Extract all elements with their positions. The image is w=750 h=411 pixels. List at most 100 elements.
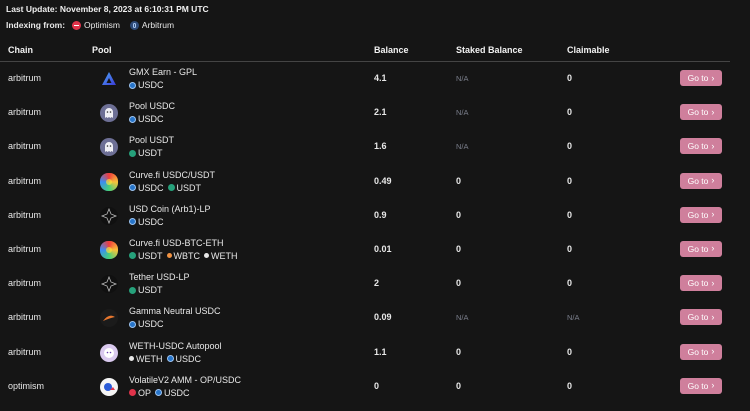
claimable-cell: 0	[567, 141, 573, 152]
gmx-icon	[100, 70, 118, 88]
claimable-cell: 0	[567, 73, 573, 83]
table-row: arbitrum Pool USDC USDC 2.1 N/A 0 Go to ›	[0, 96, 750, 130]
balance-cell: 2.1	[374, 107, 387, 118]
go-to-button[interactable]: Go to ›	[680, 275, 722, 292]
chevron-right-icon: ›	[711, 72, 715, 83]
chain-cell: arbitrum	[8, 175, 42, 186]
pool-tokens: USDT	[129, 148, 167, 158]
token-usdt: USDT	[129, 148, 163, 158]
chevron-right-icon: ›	[711, 380, 715, 391]
balance-cell: 1.6	[374, 141, 387, 152]
go-to-button[interactable]: Go to ›	[680, 343, 722, 360]
staked-balance-cell: N/A	[456, 74, 469, 83]
pool-name: Tether USD-LP	[129, 272, 190, 283]
table-row: arbitrum Pool USDT USDT 1.6 N/A 0 Go to ›	[0, 130, 750, 164]
table-row: arbitrum WETH-USDC Autopool WETH USDC 1.1 0 0 G…	[0, 336, 750, 370]
token-usdc: USDC	[166, 354, 201, 364]
chain-cell: arbitrum	[8, 243, 42, 254]
claimable-cell: 0	[567, 243, 573, 254]
pool-name: GMX Earn - GPL	[129, 67, 198, 77]
column-pool: Pool	[92, 45, 112, 55]
go-to-label: Go to	[687, 107, 709, 118]
token-label: USDC	[138, 319, 164, 330]
table-row: optimism VolatileV2 AMM - OP/USDC OP USDC 0 0…	[0, 370, 750, 404]
page-header: Last Update: November 8, 2023 at 6:10:31…	[6, 3, 209, 31]
network-chip-arbitrum[interactable]: Arbitrum	[129, 20, 175, 30]
wbtc-icon	[166, 253, 172, 259]
go-to-button[interactable]: Go to ›	[680, 172, 722, 189]
chevron-right-icon: ›	[711, 140, 715, 151]
table-row: arbitrum Gamma Neutral USDC USDC 0.09 N/A N/A…	[0, 301, 750, 335]
go-to-label: Go to	[687, 73, 709, 83]
go-to-button[interactable]: Go to ›	[680, 70, 722, 86]
go-to-label: Go to	[687, 209, 709, 220]
usdt-icon	[167, 184, 175, 192]
positions-table: arbitrum GMX Earn - GPL USDC 4.1 N/A 0 Go to › a…	[0, 62, 750, 404]
go-to-button[interactable]: Go to ›	[680, 309, 722, 326]
token-usdt: USDT	[129, 285, 163, 295]
staked-balance-cell: N/A	[456, 313, 469, 323]
pool-name: Curve.fi USD-BTC-ETH	[129, 237, 224, 248]
token-usdc: USDC	[129, 319, 164, 329]
table-header: Chain Pool Balance Staked Balance Claima…	[0, 41, 730, 62]
claimable-cell: 0	[567, 380, 573, 391]
ghost-icon	[100, 138, 118, 157]
usdt-icon	[129, 252, 136, 260]
go-to-button[interactable]: Go to ›	[680, 104, 722, 121]
balance-cell: 0.09	[374, 312, 392, 323]
token-label: USDT	[138, 250, 163, 261]
go-to-label: Go to	[687, 346, 709, 357]
token-label: USDC	[138, 114, 164, 125]
token-usdc: USDC	[129, 80, 164, 90]
usdt-icon	[129, 286, 136, 294]
token-label: USDT	[138, 285, 163, 296]
chevron-right-icon: ›	[711, 346, 715, 356]
balance-cell: 0.9	[374, 209, 387, 220]
gamma-icon	[100, 309, 118, 328]
column-claimable: Claimable	[567, 45, 610, 55]
token-usdc: USDC	[155, 388, 190, 398]
chevron-right-icon: ›	[711, 106, 715, 117]
claimable-cell: 0	[567, 209, 573, 220]
chevron-right-icon: ›	[711, 209, 715, 220]
claimable-cell: N/A	[567, 313, 580, 323]
pool-tokens: OP USDC	[129, 388, 194, 398]
chevron-right-icon: ›	[711, 243, 715, 254]
token-usdt: USDT	[167, 182, 202, 193]
go-to-button[interactable]: Go to ›	[680, 240, 722, 257]
arbitrum-icon	[129, 20, 139, 30]
token-weth: WETH	[204, 251, 238, 261]
token-label: USDC	[138, 182, 164, 193]
network-name: Arbitrum	[141, 20, 175, 30]
staked-balance-cell: 0	[456, 380, 462, 391]
token-usdt: USDT	[129, 251, 163, 261]
token-label: USDC	[138, 216, 164, 227]
staked-balance-cell: 0	[456, 175, 462, 186]
claimable-cell: 0	[567, 107, 573, 118]
autopool-icon	[100, 343, 118, 362]
go-to-label: Go to	[687, 175, 709, 186]
go-to-label: Go to	[687, 380, 709, 391]
pool-tokens: USDT	[129, 285, 167, 295]
go-to-button[interactable]: Go to ›	[680, 138, 722, 155]
chain-cell: arbitrum	[8, 312, 42, 323]
curve-icon	[100, 172, 118, 191]
token-op: OP	[129, 388, 151, 398]
balance-cell: 4.1	[374, 73, 387, 83]
go-to-button[interactable]: Go to ›	[680, 206, 722, 223]
usdc-icon	[129, 81, 136, 89]
token-label: USDT	[138, 148, 163, 159]
optimism-icon	[72, 20, 82, 30]
token-label: USDT	[176, 182, 202, 193]
go-to-button[interactable]: Go to ›	[680, 377, 722, 394]
network-chip-optimism[interactable]: Optimism	[72, 20, 120, 30]
pool-name: USD Coin (Arb1)-LP	[129, 203, 211, 214]
pool-tokens: USDC	[129, 80, 168, 90]
token-weth: WETH	[129, 354, 163, 364]
usdc-icon	[155, 389, 163, 397]
column-balance: Balance	[374, 45, 409, 55]
go-to-label: Go to	[687, 278, 709, 289]
pool-name: Pool USDC	[129, 101, 176, 112]
claimable-cell: 0	[567, 175, 573, 186]
pool-tokens: USDC	[129, 114, 168, 124]
